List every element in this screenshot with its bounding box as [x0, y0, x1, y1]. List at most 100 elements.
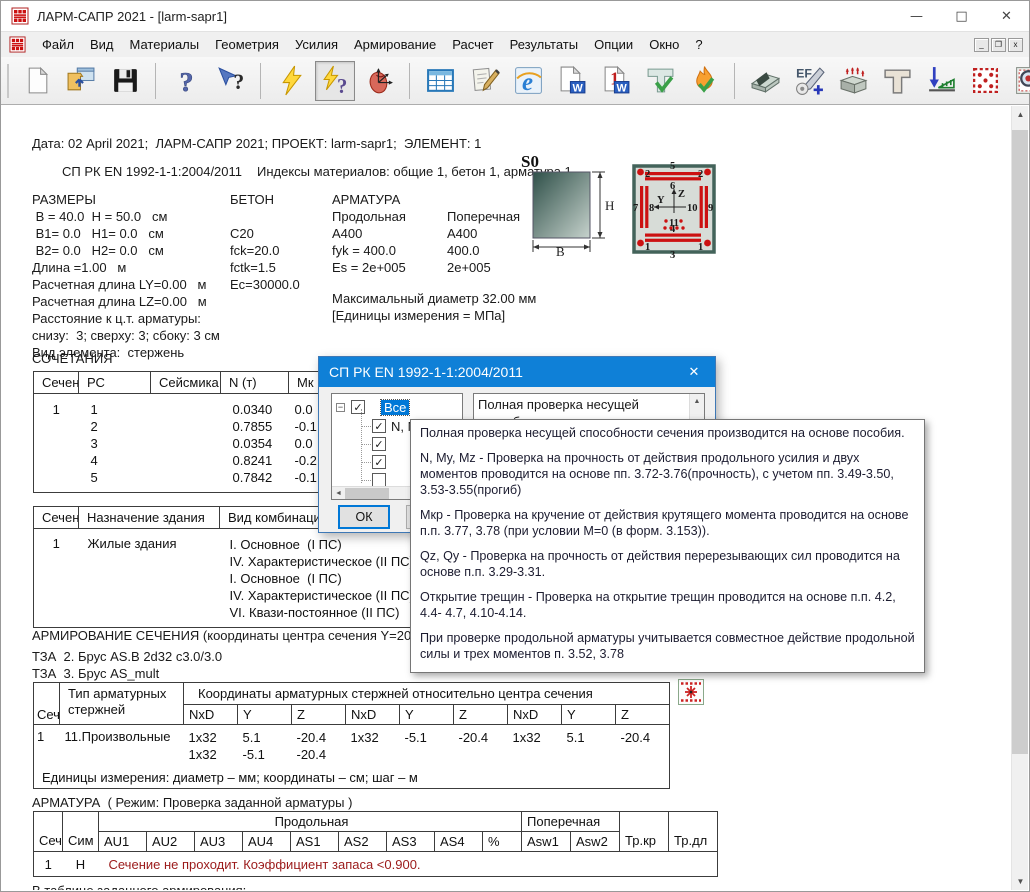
rebar-check-table: Сеч Сим Продольная Поперечная Тр.кр Тр.д… [33, 811, 718, 877]
mdi-minimize-icon[interactable]: _ [974, 38, 989, 52]
mdi-close-icon[interactable]: x [1008, 38, 1023, 52]
tza-lines: ТЗА 2. Брус AS.B 2d32 c3.0/3.0ТЗА 3. Бру… [32, 648, 222, 682]
tree-item[interactable]: ✓ [362, 436, 386, 452]
ok-button[interactable]: ОК [338, 505, 390, 529]
dialog-close-icon[interactable]: ✕ [673, 364, 715, 380]
table-icon[interactable] [420, 61, 460, 101]
menu-item-Расчет[interactable]: Расчет [444, 33, 501, 56]
scroll-left-icon[interactable]: ◄ [332, 487, 345, 500]
cell: 2 [79, 418, 151, 435]
toolbar: ???eW1WEF [1, 57, 1029, 105]
tooltip-body: Полная проверка несущей способности сече… [420, 425, 915, 673]
word-report-icon[interactable]: W [552, 61, 592, 101]
document-window-icon [9, 36, 26, 53]
checkbox-checked[interactable]: ✓ [372, 437, 386, 451]
menu-item-Файл[interactable]: Файл [34, 33, 82, 56]
t-beam-icon[interactable] [877, 61, 917, 101]
rebar-col-0: ПродольнаяA400fyk = 400.0Es = 2e+005 [332, 208, 406, 276]
save-icon[interactable] [105, 61, 145, 101]
cell [151, 435, 221, 452]
dialog-title: СП РК EN 1992-1-1:2004/2011 [329, 364, 523, 380]
collapse-icon[interactable]: − [336, 403, 345, 412]
scrollbar-thumb[interactable] [1012, 130, 1028, 754]
text-line: B1= 0.0 H1= 0.0 см [32, 225, 220, 242]
menu-item-Вид[interactable]: Вид [82, 33, 122, 56]
help-icon[interactable]: ? [166, 61, 206, 101]
fire-check-icon[interactable] [684, 61, 724, 101]
calculate-icon[interactable] [271, 61, 311, 101]
tree-item[interactable]: ✓ [362, 454, 386, 470]
text-line: ТЗА 2. Брус AS.B 2d32 c3.0/3.0 [32, 648, 222, 665]
column-header: AS1 [291, 832, 339, 852]
group-header: Продольная [99, 812, 522, 832]
text-line: 400.0 [447, 242, 520, 259]
dialog-titlebar[interactable]: СП РК EN 1992-1-1:2004/2011 ✕ [319, 357, 715, 387]
minimize-icon[interactable]: — [894, 1, 939, 31]
section-check-icon[interactable] [640, 61, 680, 101]
zoom-icon[interactable] [1009, 61, 1030, 101]
span-header: Координаты арматурных стержней относител… [184, 683, 670, 705]
cell [151, 418, 221, 435]
svg-text:Z: Z [678, 189, 685, 200]
close-icon[interactable]: ✕ [984, 1, 1029, 31]
coords-data-row-start: 1 11.Произвольные 1x321x325.1-5.1-20.4-2… [34, 725, 670, 771]
menu-item-Результаты[interactable]: Результаты [502, 33, 586, 56]
scroll-up-icon[interactable]: ▲ [1012, 106, 1029, 123]
sizes-block: РАЗМЕРЫ В = 40.0 Н = 50.0 см B1= 0.0 H1=… [32, 191, 220, 361]
cell: 5 [79, 469, 151, 493]
load-icon[interactable] [921, 61, 961, 101]
ef-edit-icon[interactable]: EF [789, 61, 829, 101]
svg-text:B: B [556, 244, 565, 258]
menu-item-Усилия[interactable]: Усилия [287, 33, 346, 56]
rebar-fragment-icon[interactable] [678, 679, 704, 705]
text-line: A400 [447, 225, 520, 242]
tree-root-item[interactable]: − ✓ Все [336, 399, 409, 415]
check-info-tooltip: Полная проверка несущей способности сече… [410, 419, 925, 673]
vertical-scrollbar[interactable]: ▲ ▼ [1011, 106, 1028, 890]
calculate-question-icon[interactable]: ? [315, 61, 355, 101]
menu-item-Материалы[interactable]: Материалы [122, 33, 208, 56]
text-line: C20 [230, 225, 300, 242]
browser-report-icon[interactable]: e [508, 61, 548, 101]
text-line: 2e+005 [447, 259, 520, 276]
svg-text:W: W [616, 82, 627, 94]
menu-item-?[interactable]: ? [687, 33, 710, 56]
menu-item-Окно[interactable]: Окно [641, 33, 687, 56]
tree-root-label[interactable]: Все [381, 400, 409, 415]
check-result-message: Сечение не проходит. Коэффициент запаса … [99, 852, 718, 877]
fragment-icon[interactable] [965, 61, 1005, 101]
cell: 1 [34, 529, 79, 628]
cell: -20.4 [454, 725, 508, 771]
mdi-restore-icon[interactable]: ❐ [991, 38, 1006, 52]
bottom-note-line: В таблице заданного армирования: [32, 882, 246, 890]
notes-icon[interactable] [464, 61, 504, 101]
menu-item-Опции[interactable]: Опции [586, 33, 641, 56]
tooltip-paragraph: Полная проверка несущей способности сече… [420, 425, 915, 441]
word-numbered-report-icon[interactable]: 1W [596, 61, 636, 101]
new-document-icon[interactable] [17, 61, 57, 101]
scrollbar-thumb[interactable] [345, 488, 389, 499]
plate-icon[interactable] [745, 61, 785, 101]
menu-item-Армирование[interactable]: Армирование [346, 33, 444, 56]
text-line: В = 40.0 Н = 50.0 см [32, 208, 220, 225]
block-icon[interactable] [833, 61, 873, 101]
cell: Н [63, 852, 99, 877]
menu-item-Геометрия[interactable]: Геометрия [207, 33, 287, 56]
interaction-diagram-icon[interactable] [359, 61, 399, 101]
context-help-icon[interactable]: ? [210, 61, 250, 101]
checkbox-checked[interactable]: ✓ [351, 400, 365, 414]
column-header: Z [616, 705, 670, 725]
text-line: Es = 2e+005 [332, 259, 406, 276]
checkbox-checked[interactable]: ✓ [372, 455, 386, 469]
section-shape-diagram: S0 H B [520, 152, 622, 258]
scroll-up-icon[interactable]: ▲ [690, 394, 704, 405]
svg-text:9: 9 [708, 203, 713, 214]
svg-text:H: H [605, 198, 614, 213]
checkbox-checked[interactable]: ✓ [372, 419, 386, 433]
open-project-icon[interactable] [61, 61, 101, 101]
column-header: Сечение [34, 372, 79, 394]
scroll-down-icon[interactable]: ▼ [1012, 873, 1029, 890]
sizes-title: РАЗМЕРЫ [32, 191, 220, 208]
checkbox-unchecked[interactable] [372, 473, 386, 487]
maximize-icon[interactable]: □ [939, 1, 984, 31]
